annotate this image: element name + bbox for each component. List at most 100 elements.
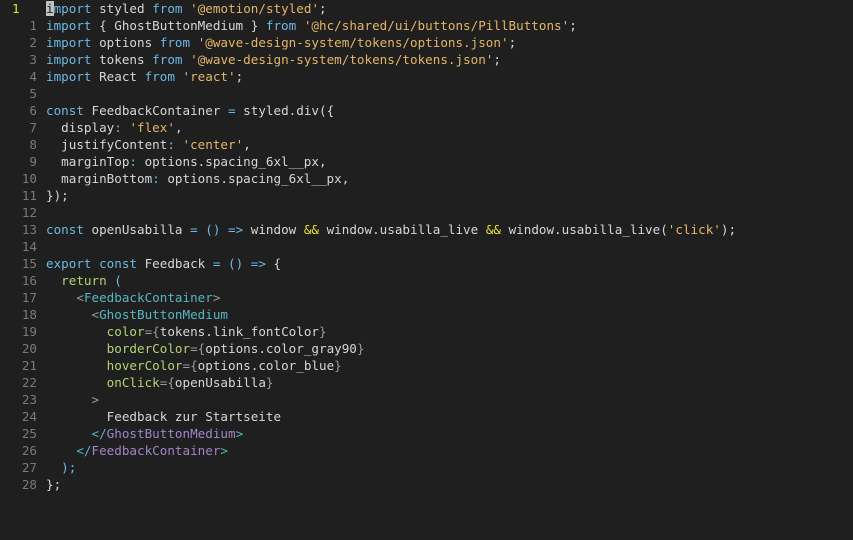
code-token: return (61, 273, 107, 288)
code-token: FeedbackContainer (91, 443, 221, 458)
code-line[interactable]: 22 onClick={openUsabilla} (0, 374, 853, 391)
code-token: ( (106, 273, 122, 288)
code-line[interactable]: 28}; (0, 476, 853, 493)
code-token: Feedback zur Startseite (46, 409, 282, 424)
line-number: 13 (21, 222, 37, 237)
code-token: ; (235, 69, 244, 84)
code-token: } (334, 358, 342, 373)
code-text: import React from 'react'; (46, 68, 243, 85)
code-token: : (114, 120, 122, 135)
code-token: color (106, 324, 145, 339)
line-number: 28 (21, 477, 37, 492)
code-line[interactable]: 13 const openUsabilla = () => window && w… (0, 221, 853, 238)
code-token: ={ (159, 375, 175, 390)
code-line[interactable]: 17 <FeedbackContainer> (0, 289, 853, 306)
code-token: = (227, 103, 236, 118)
code-line[interactable]: 26 </FeedbackContainer> (0, 442, 853, 459)
code-token: openUsabilla (174, 375, 266, 390)
line-number: 23 (21, 392, 37, 407)
code-token: ); (46, 460, 77, 475)
code-token: </ (91, 426, 107, 441)
code-token: GhostButtonMedium (99, 307, 228, 322)
code-line[interactable]: 15 export const Feedback = () => { (0, 255, 853, 272)
code-line[interactable]: 10 marginBottom: options.spacing_6xl__px… (0, 170, 853, 187)
code-text: const openUsabilla = () => window && win… (46, 221, 736, 238)
code-text: </FeedbackContainer> (46, 442, 228, 459)
code-line[interactable]: 25 </GhostButtonMedium> (0, 425, 853, 442)
code-line[interactable]: 5 (0, 85, 853, 102)
code-token: window.usabilla_live( (500, 222, 668, 237)
line-number: 24 (21, 409, 37, 424)
code-token: marginTop (46, 154, 130, 169)
line-number: 11 (21, 188, 37, 203)
line-number: 8 (29, 137, 37, 152)
code-token: > (235, 426, 244, 441)
code-text: import options from '@wave-design-system… (46, 34, 516, 51)
code-token: options.spacing_6xl__px, (159, 171, 350, 186)
code-line[interactable]: 24 Feedback zur Startseite (0, 408, 853, 425)
code-line[interactable]: 27 ); (0, 459, 853, 476)
code-token: hoverColor (106, 358, 183, 373)
code-line[interactable]: 2 import options from '@wave-design-syste… (0, 34, 853, 51)
code-token: const (99, 256, 138, 271)
line-number: 17 (21, 290, 37, 305)
code-line[interactable]: 23 > (0, 391, 853, 408)
line-number: 26 (21, 443, 37, 458)
code-line[interactable]: 7 display: 'flex', (0, 119, 853, 136)
code-line[interactable]: 21 hoverColor={options.color_blue} (0, 357, 853, 374)
code-token: ; (508, 35, 517, 50)
code-line[interactable]: 20 borderColor={options.color_gray90} (0, 340, 853, 357)
code-token: { (265, 256, 282, 271)
code-token: GhostButtonMedium (106, 426, 236, 441)
code-token: && (485, 222, 501, 237)
code-text: const FeedbackContainer = styled.div({ (46, 102, 334, 119)
code-text: <FeedbackContainer> (46, 289, 220, 306)
code-line[interactable]: 6 const FeedbackContainer = styled.div({ (0, 102, 853, 119)
code-token: import (46, 69, 92, 84)
code-token: Feedback (137, 256, 213, 271)
line-number: 9 (29, 154, 37, 169)
code-line[interactable]: 1 import { GhostButtonMedium } from '@hc/… (0, 17, 853, 34)
code-line[interactable]: 16 return ( (0, 272, 853, 289)
line-number: 27 (21, 460, 37, 475)
code-text: > (46, 391, 100, 408)
code-token: openUsabilla (83, 222, 191, 237)
code-line[interactable]: 8 justifyContent: 'center', (0, 136, 853, 153)
code-text: </GhostButtonMedium> (46, 425, 244, 442)
code-token: && (303, 222, 319, 237)
code-token: options (91, 35, 160, 50)
code-token: options.color_gray90 (205, 341, 357, 356)
code-token: ; (319, 1, 327, 16)
code-line[interactable]: 14 (0, 238, 853, 255)
code-token: styled (91, 1, 153, 16)
code-line[interactable]: 4 import React from 'react'; (0, 68, 853, 85)
code-token: } (319, 324, 327, 339)
code-line[interactable]: 12 (0, 204, 853, 221)
code-line[interactable]: 18 <GhostButtonMedium (0, 306, 853, 323)
code-token: : (129, 154, 137, 169)
code-line[interactable]: 3 import tokens from '@wave-design-system… (0, 51, 853, 68)
code-line[interactable]: 11}); (0, 187, 853, 204)
code-line[interactable]: 9 marginTop: options.spacing_6xl__px, (0, 153, 853, 170)
line-number: 5 (29, 86, 37, 101)
line-number: 6 (29, 103, 37, 118)
code-token: ; (569, 18, 577, 33)
code-token: } (265, 375, 274, 390)
code-editor[interactable]: 1 import styled from '@emotion/styled'; 1 i… (0, 0, 853, 540)
code-token: ); (720, 222, 737, 237)
code-token: mport (53, 1, 92, 16)
code-line[interactable]: 1 import styled from '@emotion/styled'; (0, 0, 853, 17)
code-text: justifyContent: 'center', (46, 136, 251, 153)
code-text: import styled from '@emotion/styled'; (46, 0, 327, 17)
code-token: , (174, 120, 183, 135)
code-token: React (91, 69, 145, 84)
code-line[interactable]: 19 color={tokens.link_fontColor} (0, 323, 853, 340)
code-text: import { GhostButtonMedium } from '@hc/s… (46, 17, 577, 34)
